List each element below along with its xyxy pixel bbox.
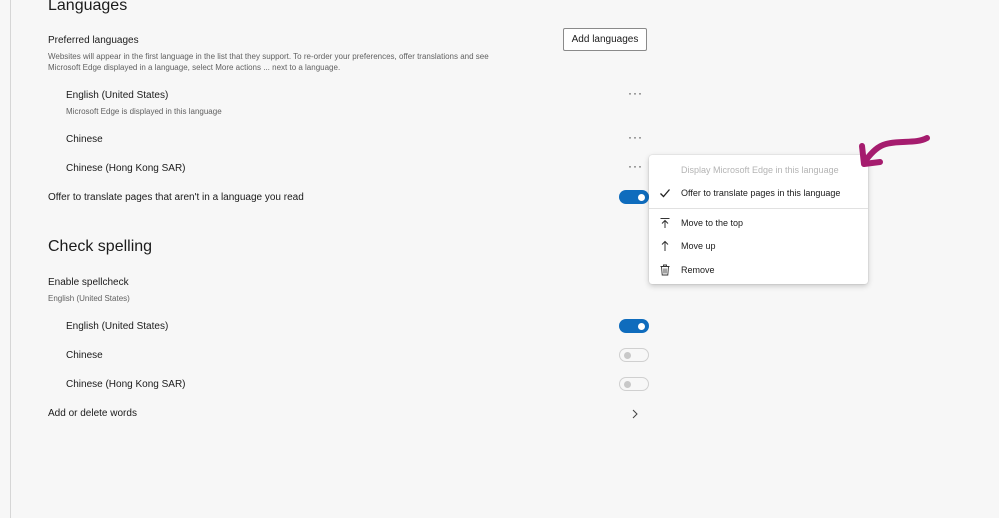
toggle-knob	[638, 322, 645, 330]
menu-item-remove[interactable]: Remove	[649, 259, 868, 281]
chevron-right-icon[interactable]	[630, 407, 640, 419]
language-context-menu: Display Microsoft Edge in this language …	[649, 155, 868, 284]
check-spelling-heading: Check spelling	[48, 238, 153, 255]
more-actions-button[interactable]: ···	[628, 159, 643, 173]
spellcheck-item-english-us: English (United States)	[66, 321, 169, 332]
left-divider	[10, 0, 11, 518]
add-languages-button[interactable]: Add languages	[563, 28, 647, 51]
move-to-top-icon	[659, 217, 671, 229]
language-item-chinese-hk: Chinese (Hong Kong SAR)	[66, 163, 186, 174]
toggle-knob	[638, 193, 645, 201]
trash-icon	[659, 264, 671, 276]
menu-item-label: Move up	[681, 241, 716, 251]
preferred-languages-description: Websites will appear in the first langua…	[48, 51, 548, 73]
menu-item-offer-translate[interactable]: Offer to translate pages in this languag…	[649, 182, 868, 204]
language-item-english-us: English (United States)	[66, 90, 169, 101]
spellcheck-english-toggle[interactable]	[619, 319, 649, 333]
spellcheck-chinese-toggle[interactable]	[619, 348, 649, 362]
checkmark-icon	[659, 187, 671, 199]
menu-separator	[649, 208, 868, 209]
offer-translate-label: Offer to translate pages that aren't in …	[48, 192, 304, 203]
menu-item-label: Move to the top	[681, 218, 744, 228]
toggle-knob	[624, 380, 631, 388]
menu-item-display-edge[interactable]: Display Microsoft Edge in this language	[649, 159, 868, 181]
menu-item-move-top[interactable]: Move to the top	[649, 212, 868, 234]
languages-heading: Languages	[48, 0, 128, 14]
preferred-languages-title: Preferred languages	[48, 35, 139, 46]
toggle-knob	[624, 351, 631, 359]
add-delete-words-link[interactable]: Add or delete words	[48, 408, 137, 419]
spellcheck-chinese-hk-toggle[interactable]	[619, 377, 649, 391]
language-item-note: Microsoft Edge is displayed in this lang…	[66, 107, 222, 116]
menu-item-label: Remove	[681, 265, 715, 275]
description-line: Microsoft Edge displayed in a language, …	[48, 63, 341, 72]
spellcheck-item-chinese: Chinese	[66, 350, 103, 361]
spellcheck-item-chinese-hk: Chinese (Hong Kong SAR)	[66, 379, 186, 390]
enable-spellcheck-sub: English (United States)	[48, 294, 130, 303]
description-line: Websites will appear in the first langua…	[48, 52, 489, 61]
more-actions-button[interactable]: ···	[628, 86, 643, 100]
menu-item-move-up[interactable]: Move up	[649, 235, 868, 257]
menu-item-label: Display Microsoft Edge in this language	[681, 165, 839, 175]
offer-translate-toggle[interactable]	[619, 190, 649, 204]
menu-item-label: Offer to translate pages in this languag…	[681, 188, 841, 198]
language-item-chinese: Chinese	[66, 134, 103, 145]
annotation-arrow	[859, 135, 930, 167]
arrow-up-icon	[659, 240, 671, 252]
more-actions-button[interactable]: ···	[628, 130, 643, 144]
enable-spellcheck-title: Enable spellcheck	[48, 277, 129, 288]
